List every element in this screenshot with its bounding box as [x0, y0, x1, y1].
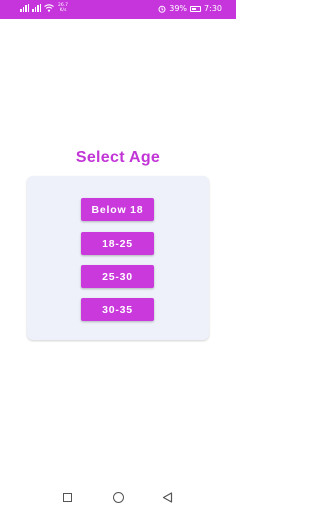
battery-icon — [190, 6, 202, 12]
status-left: 26.7 K/s — [20, 3, 68, 13]
age-options-card: Below 18 18-25 25-30 30-35 — [27, 176, 209, 340]
signal-icon — [32, 4, 41, 12]
network-speed: 26.7 K/s — [58, 3, 68, 13]
back-icon[interactable] — [162, 492, 173, 503]
network-speed-unit: K/s — [59, 8, 67, 13]
age-option-25-30[interactable]: 25-30 — [81, 265, 154, 288]
status-bar: 26.7 K/s 39% 7:30 — [0, 0, 236, 19]
age-option-below-18[interactable]: Below 18 — [81, 198, 154, 221]
recents-icon[interactable] — [63, 493, 72, 502]
navigation-bar — [0, 484, 236, 512]
clock-time: 7:30 — [204, 4, 222, 13]
status-right: 39% 7:30 — [158, 3, 222, 15]
age-option-18-25[interactable]: 18-25 — [81, 232, 154, 255]
wifi-icon — [44, 4, 54, 12]
home-icon[interactable] — [113, 492, 124, 503]
signal-icon — [20, 4, 29, 12]
age-option-30-35[interactable]: 30-35 — [81, 298, 154, 321]
page-title: Select Age — [75, 149, 161, 166]
alarm-icon — [158, 5, 166, 13]
battery-percent: 39% — [169, 4, 188, 13]
